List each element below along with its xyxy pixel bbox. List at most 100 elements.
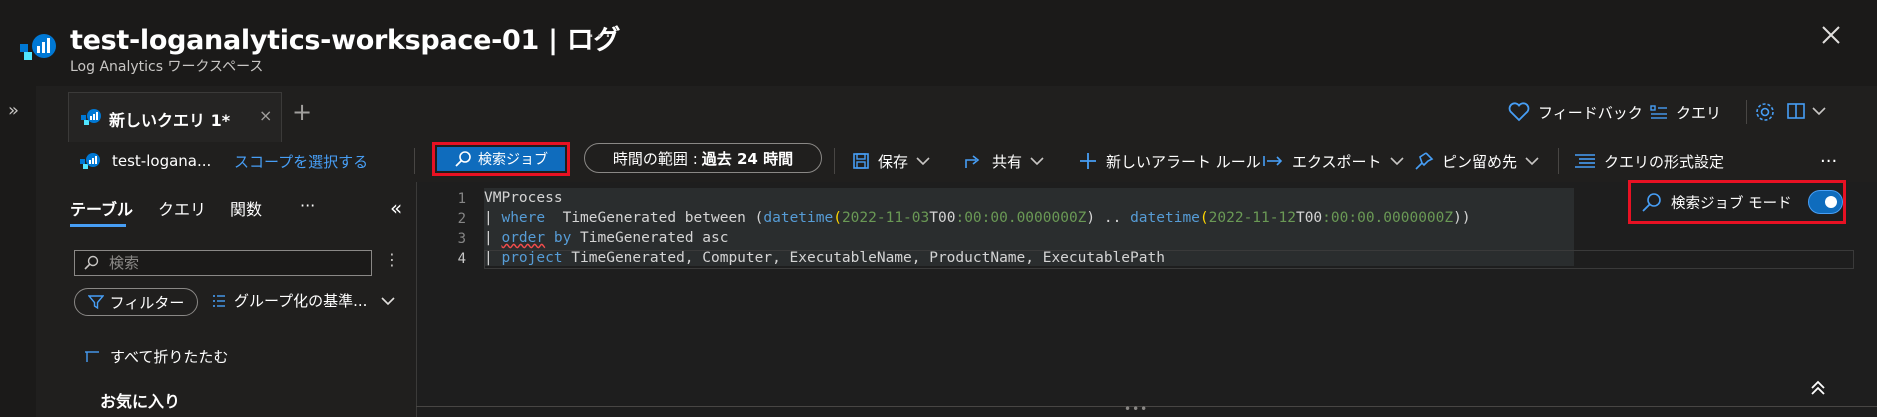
search-icon (83, 255, 99, 271)
search-job-button[interactable]: 検索ジョブ (432, 142, 570, 176)
collapse-panel-button[interactable]: « (390, 196, 402, 220)
format-lines-icon (1574, 153, 1596, 169)
pin-to-button[interactable]: ピン留め先 (1414, 146, 1539, 176)
search-job-mode-toggle[interactable]: 検索ジョブ モード (1628, 180, 1846, 224)
save-button[interactable]: 保存 (852, 146, 930, 176)
code-token: | (484, 230, 502, 246)
code-token: ( (833, 210, 842, 226)
time-range-value: 過去 24 時間 (701, 149, 794, 168)
vertical-more-icon[interactable]: ⋮ (384, 250, 400, 269)
code-token: VMProcess (484, 190, 563, 206)
pin-icon (1414, 151, 1434, 171)
search-icon (454, 150, 472, 168)
line-number: 1 (457, 191, 466, 207)
group-by-dropdown[interactable]: グループ化の基準... (212, 290, 395, 311)
filter-label: フィルター (109, 293, 185, 312)
page-title: test-loganalytics-workspace-01 | ログ (70, 25, 621, 56)
heart-icon (1508, 102, 1530, 122)
save-label: 保存 (878, 152, 909, 171)
new-alert-label: 新しいアラート ルール (1106, 152, 1261, 171)
left-panel-more-button[interactable]: ··· (300, 196, 315, 215)
filter-icon (87, 294, 104, 310)
code-line-2: | where TimeGenerated between (datetime(… (484, 210, 1471, 226)
command-divider (834, 148, 835, 174)
new-alert-rule-button[interactable]: 新しいアラート ルール (1078, 146, 1261, 176)
code-token: TimeGenerated asc (571, 230, 729, 246)
line-number: 4 (457, 251, 466, 267)
code-token: :00:00.0000000Z (955, 210, 1087, 226)
tab-tables[interactable]: テーブル (70, 196, 133, 220)
code-token: datetime (763, 210, 834, 226)
expand-sidebar-button[interactable]: » (8, 100, 19, 121)
queries-button[interactable]: クエリ (1650, 100, 1721, 124)
code-token: | (484, 250, 502, 266)
pin-to-label: ピン留め先 (1442, 152, 1518, 171)
select-scope-link[interactable]: スコープを選択する (234, 146, 368, 176)
code-token: | (484, 210, 502, 226)
line-number: 3 (457, 231, 466, 247)
code-token: TimeGenerated, Computer, ExecutableName,… (562, 250, 1165, 266)
export-label: エクスポート (1292, 152, 1382, 171)
favorites-heading: お気に入り (100, 392, 181, 411)
group-by-label: グループ化の基準... (234, 292, 368, 310)
query-list-icon (1650, 104, 1668, 120)
tab-queries[interactable]: クエリ (158, 196, 206, 220)
share-icon (964, 152, 984, 170)
export-button[interactable]: エクスポート (1262, 146, 1404, 176)
code-token: 2022-11-03 (841, 210, 930, 226)
time-range-label: 時間の範囲 : (612, 149, 698, 168)
feedback-button[interactable]: フィードバック (1508, 100, 1643, 124)
code-token: where (501, 210, 546, 226)
format-query-button[interactable]: クエリの形式設定 (1574, 146, 1724, 176)
time-range-picker[interactable]: 時間の範囲 : 過去 24 時間 (584, 143, 822, 173)
chevron-down-icon (1525, 156, 1539, 166)
settings-gear-icon[interactable] (1746, 101, 1776, 123)
command-more-button[interactable]: ··· (1820, 146, 1837, 176)
tab-functions[interactable]: 関数 (230, 196, 262, 220)
toggle-switch[interactable] (1807, 190, 1843, 214)
log-analytics-logo-icon (20, 32, 60, 66)
query-tab-icon (81, 107, 101, 127)
format-query-label: クエリの形式設定 (1604, 152, 1725, 171)
share-button[interactable]: 共有 (964, 146, 1044, 176)
code-token: project (501, 250, 563, 266)
add-tab-button[interactable]: + (292, 98, 312, 126)
scroll-up-icon[interactable] (1810, 380, 1826, 396)
collapse-lines-icon (84, 350, 100, 364)
code-line-4: | project TimeGenerated, Computer, Execu… (484, 250, 1165, 266)
workspace-icon (80, 151, 100, 171)
layout-toggle-button[interactable] (1786, 101, 1826, 121)
search-job-mode-label: 検索ジョブ モード (1671, 195, 1792, 212)
page-subtitle: Log Analytics ワークスペース (70, 59, 264, 75)
tab-close-icon[interactable]: × (259, 106, 272, 125)
schema-search-box[interactable] (74, 250, 372, 276)
scope-selector[interactable]: test-logana... (80, 146, 211, 176)
tab-new-query[interactable]: 新しいクエリ 1* × (68, 92, 282, 142)
code-token: TimeGenerated between ( (545, 210, 764, 226)
toggle-knob (1825, 196, 1837, 208)
code-token: ( (1199, 210, 1209, 226)
feedback-label: フィードバック (1538, 103, 1643, 122)
plus-icon (1078, 151, 1098, 171)
filter-button[interactable]: フィルター (74, 288, 198, 316)
code-token: T00 (929, 210, 956, 226)
code-token: by (545, 230, 572, 246)
chevron-down-icon (916, 156, 930, 166)
export-arrow-icon (1262, 153, 1284, 169)
chevron-down-icon (1030, 156, 1044, 166)
resize-grip-icon[interactable]: ••• (1124, 402, 1148, 416)
code-token: order (501, 230, 546, 246)
code-token: :00:00.0000000Z (1322, 210, 1454, 226)
line-number: 2 (457, 211, 466, 227)
collapse-all-label: すべて折りたたむ (110, 348, 229, 366)
chevron-down-icon (381, 296, 395, 306)
collapse-all-button[interactable]: すべて折りたたむ (84, 346, 228, 367)
command-divider (414, 148, 415, 174)
list-icon (212, 294, 226, 308)
share-label: 共有 (992, 152, 1023, 171)
search-icon (1641, 191, 1663, 213)
schema-search-input[interactable] (109, 254, 359, 272)
command-divider (1558, 148, 1559, 174)
header-more-button[interactable]: ··· (588, 24, 613, 48)
close-icon[interactable] (1820, 24, 1842, 46)
